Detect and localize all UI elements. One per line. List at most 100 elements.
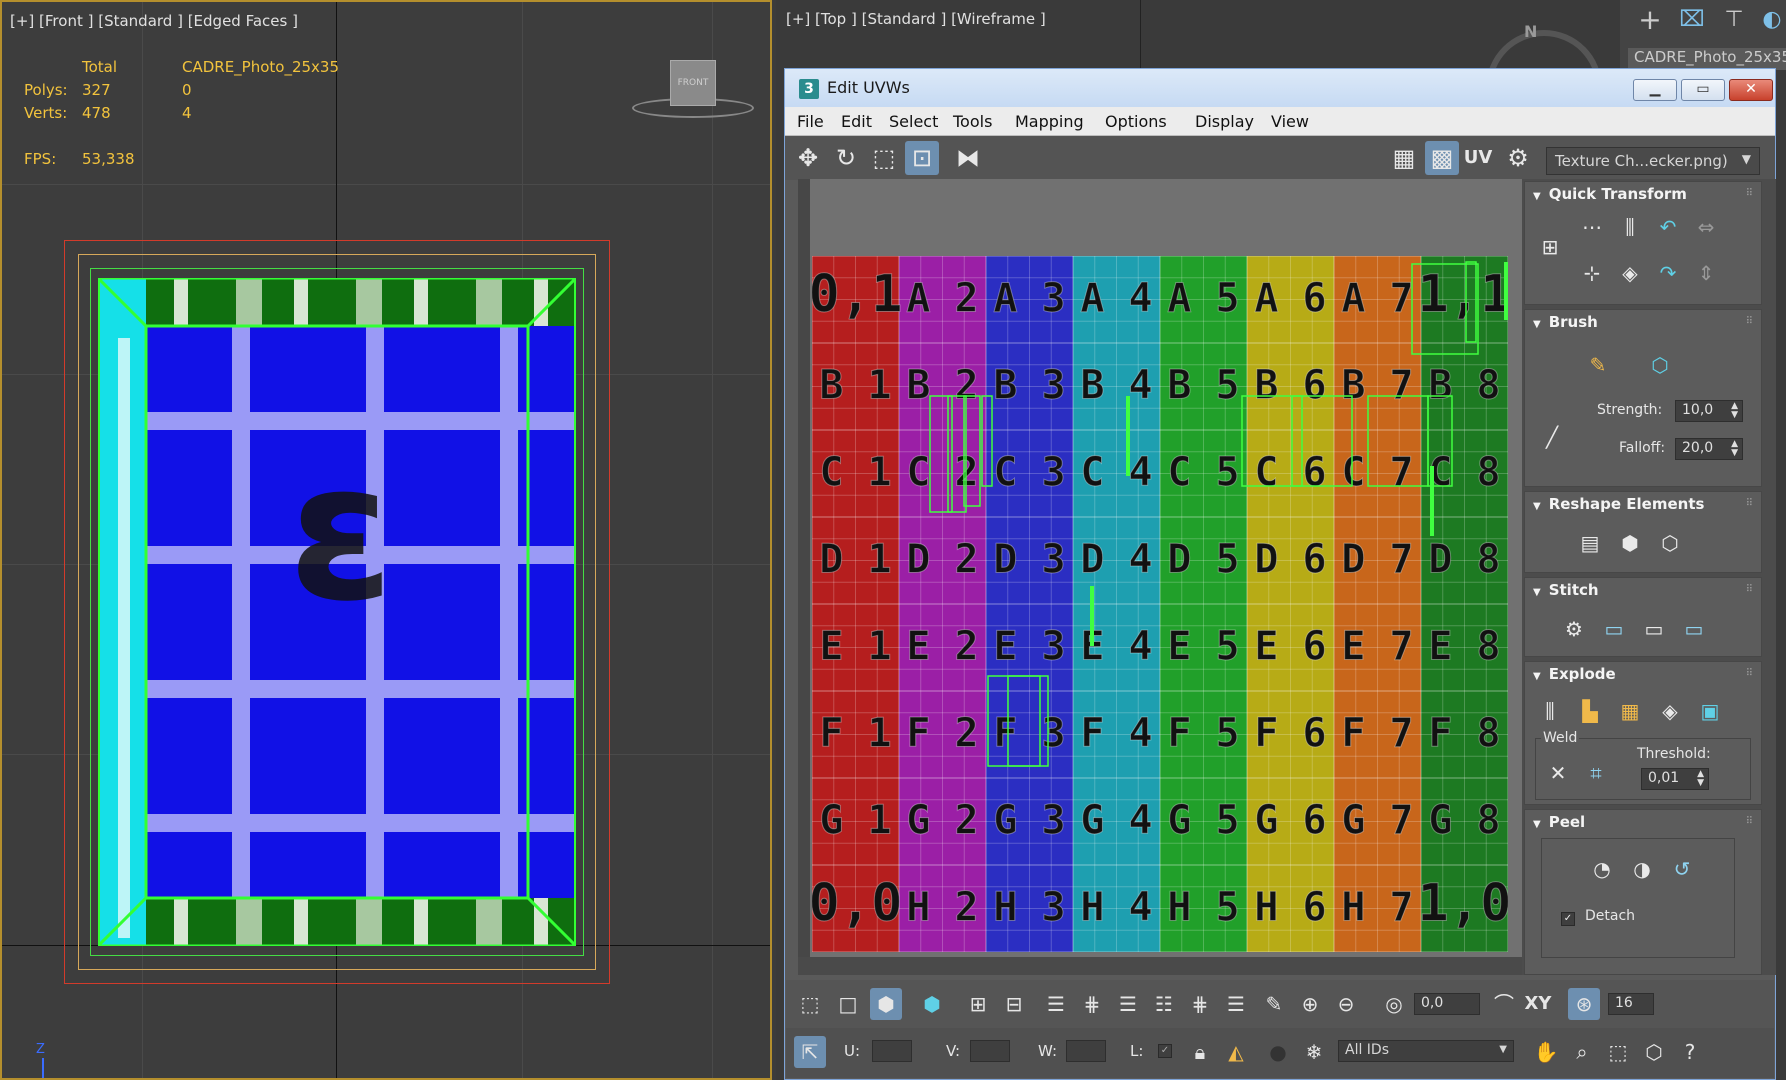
grip-icon[interactable]: ⠿ [1746, 498, 1753, 509]
detach-checkbox[interactable]: ✓ [1561, 912, 1575, 926]
peel-mode-icon[interactable]: ◑ [1627, 854, 1657, 884]
freeform-icon[interactable]: ⊡ [905, 141, 939, 175]
weld-all-icon[interactable]: ⌗ [1581, 758, 1611, 788]
reset-peel-icon[interactable]: ↺ [1667, 854, 1697, 884]
rotate-ccw-icon[interactable]: ↶ [1653, 212, 1683, 242]
shrink-loop-icon[interactable]: ☰ [1112, 988, 1144, 1020]
stitch-to-target-icon[interactable]: ▭ [1599, 614, 1629, 644]
menu-mapping[interactable]: Mapping [1015, 112, 1084, 131]
select-inverse-icon[interactable]: ⊟ [998, 988, 1030, 1020]
relax-brush-icon[interactable]: ⬡ [1645, 350, 1675, 380]
vertex-mode-icon[interactable]: ⬚ [794, 988, 826, 1020]
hierarchy-icon[interactable]: ⊤ [1718, 4, 1750, 36]
move-icon[interactable]: ✥ [791, 141, 825, 175]
space-horizontal-icon[interactable]: ⇔ [1691, 212, 1721, 242]
rollout-explode-title[interactable]: ▼ Explode [1533, 665, 1616, 683]
grip-icon[interactable]: ⠿ [1746, 668, 1753, 679]
pan-hand-icon[interactable]: ✋ [1530, 1036, 1562, 1068]
rollout-quick-transform-title[interactable]: ▼ Quick Transform [1533, 185, 1687, 203]
detach-edge-icon[interactable]: ▙ [1575, 696, 1605, 726]
uv-space-selector[interactable]: UV [1461, 141, 1495, 175]
grow-ring-icon[interactable]: ☰ [1040, 988, 1072, 1020]
stitch-custom-icon[interactable]: ⚙ [1559, 614, 1589, 644]
ring-icon[interactable]: ⋕ [1184, 988, 1216, 1020]
linear-align-icon[interactable]: ◈ [1615, 258, 1645, 288]
zoom-icon[interactable]: ⌕ [1566, 1036, 1598, 1068]
viewport-label[interactable]: [+] [Front ] [Standard ] [Edged Faces ] [10, 12, 298, 30]
grip-icon[interactable]: ⠿ [1746, 816, 1753, 827]
xy-coords-toggle[interactable]: XY [1522, 988, 1554, 1020]
texture-dropdown[interactable]: Texture Ch...ecker.png) ▼ [1546, 147, 1760, 175]
lock-icon[interactable]: 🔒︎ [1184, 1036, 1216, 1068]
absolute-relative-icon[interactable]: ⇱ [794, 1036, 826, 1068]
v-field[interactable] [970, 1040, 1010, 1062]
paint-subtract-icon[interactable]: ⊖ [1330, 988, 1362, 1020]
flatten-by-smoothing-icon[interactable]: ◈ [1655, 696, 1685, 726]
falloff-spinner[interactable]: 20,0 ▲ ▼ [1675, 438, 1743, 460]
element-mode-icon[interactable]: ⬢ [916, 988, 948, 1020]
space-vertical-icon[interactable]: ⇕ [1691, 258, 1721, 288]
align-to-edge-icon[interactable]: ⊹ [1577, 258, 1607, 288]
minimize-button[interactable]: ▁ [1633, 79, 1677, 101]
help-icon[interactable]: ? [1674, 1036, 1706, 1068]
stitch-to-source-icon[interactable]: ▭ [1679, 614, 1709, 644]
stitch-average-icon[interactable]: ▭ [1639, 614, 1669, 644]
l-checkbox[interactable]: ✓ [1158, 1044, 1172, 1058]
motion-icon[interactable]: ◐ [1760, 4, 1784, 36]
zoom-region-icon[interactable]: ⬚ [1602, 1036, 1634, 1068]
menu-options[interactable]: Options [1105, 112, 1167, 131]
create-plus-icon[interactable]: + [1634, 4, 1666, 36]
object-name-field[interactable]: CADRE_Photo_25x35 [1628, 48, 1786, 70]
show-map-icon[interactable]: ▩ [1425, 141, 1459, 175]
break-icon[interactable]: ⫼ [1535, 696, 1565, 726]
weld-selected-icon[interactable]: ✕ [1543, 758, 1573, 788]
uv-vertical-scrollbar[interactable] [798, 179, 810, 957]
face-mode-icon[interactable]: ⬢ [870, 988, 902, 1020]
quick-peel-icon[interactable]: ◔ [1587, 854, 1617, 884]
brush-falloff-icon[interactable]: ╱ [1537, 422, 1567, 452]
strength-spinner[interactable]: 10,0 ▲ ▼ [1675, 400, 1743, 422]
rollout-reshape-title[interactable]: ▼ Reshape Elements [1533, 495, 1704, 513]
grip-icon[interactable]: ⠿ [1746, 316, 1753, 327]
scale-icon[interactable]: ⬚ [867, 141, 901, 175]
menu-display[interactable]: Display [1195, 112, 1254, 131]
align-horizontal-icon[interactable]: ⋯ [1577, 212, 1607, 242]
front-viewport[interactable]: [+] [Front ] [Standard ] [Edged Faces ] … [0, 0, 772, 1080]
grid-size-spinner[interactable]: 16 [1608, 993, 1654, 1015]
pivot-icon[interactable]: ⊞ [1535, 232, 1565, 262]
photo-frame-object[interactable]: ɛ [98, 278, 576, 946]
viewcube[interactable]: FRONT [670, 60, 716, 106]
loop-icon[interactable]: ☷ [1148, 988, 1180, 1020]
material-ids-dropdown[interactable]: All IDs ▼ [1338, 1040, 1514, 1062]
falloff-curve-icon[interactable]: ⌒ [1488, 988, 1520, 1020]
straighten-icon[interactable]: ▤ [1575, 528, 1605, 558]
pin-icon[interactable]: ◭ [1220, 1036, 1252, 1068]
hide-icon[interactable]: ● [1262, 1036, 1294, 1068]
grow-loop-icon[interactable]: ⋕ [1076, 988, 1108, 1020]
menu-tools[interactable]: Tools [953, 112, 992, 131]
uv-horizontal-scrollbar[interactable] [798, 957, 1522, 975]
zoom-extents-icon[interactable]: ⬡ [1638, 1036, 1670, 1068]
modify-icon[interactable]: ⌧ [1676, 4, 1708, 36]
align-vertical-icon[interactable]: ⫼ [1615, 212, 1645, 242]
shrink-ring-icon[interactable]: ☰ [1220, 988, 1252, 1020]
rotate-icon[interactable]: ↻ [829, 141, 863, 175]
mirror-icon[interactable]: ⧓ [951, 141, 985, 175]
edge-mode-icon[interactable]: □ [832, 988, 864, 1020]
menu-select[interactable]: Select [889, 112, 938, 131]
flatten-by-material-icon[interactable]: ▣ [1695, 696, 1725, 726]
texture-settings-icon[interactable]: ⚙ [1501, 141, 1535, 175]
select-by-element-icon[interactable]: ⊞ [962, 988, 994, 1020]
title-bar[interactable]: 3 Edit UVWs ▁ ▭ ✕ [785, 69, 1775, 107]
paint-select-icon[interactable]: ✎ [1258, 988, 1290, 1020]
soft-select-spinner[interactable]: 0,0 [1414, 993, 1480, 1015]
close-button[interactable]: ✕ [1729, 79, 1773, 101]
menu-edit[interactable]: Edit [841, 112, 872, 131]
viewport-label-top[interactable]: [+] [Top ] [Standard ] [Wireframe ] [786, 10, 1046, 28]
flatten-icon[interactable]: ▦ [1615, 696, 1645, 726]
rotate-cw-icon[interactable]: ↷ [1653, 258, 1683, 288]
menu-view[interactable]: View [1271, 112, 1309, 131]
relax-icon[interactable]: ⬢ [1615, 528, 1645, 558]
paint-add-icon[interactable]: ⊕ [1294, 988, 1326, 1020]
freeze-icon[interactable]: ❄ [1298, 1036, 1330, 1068]
